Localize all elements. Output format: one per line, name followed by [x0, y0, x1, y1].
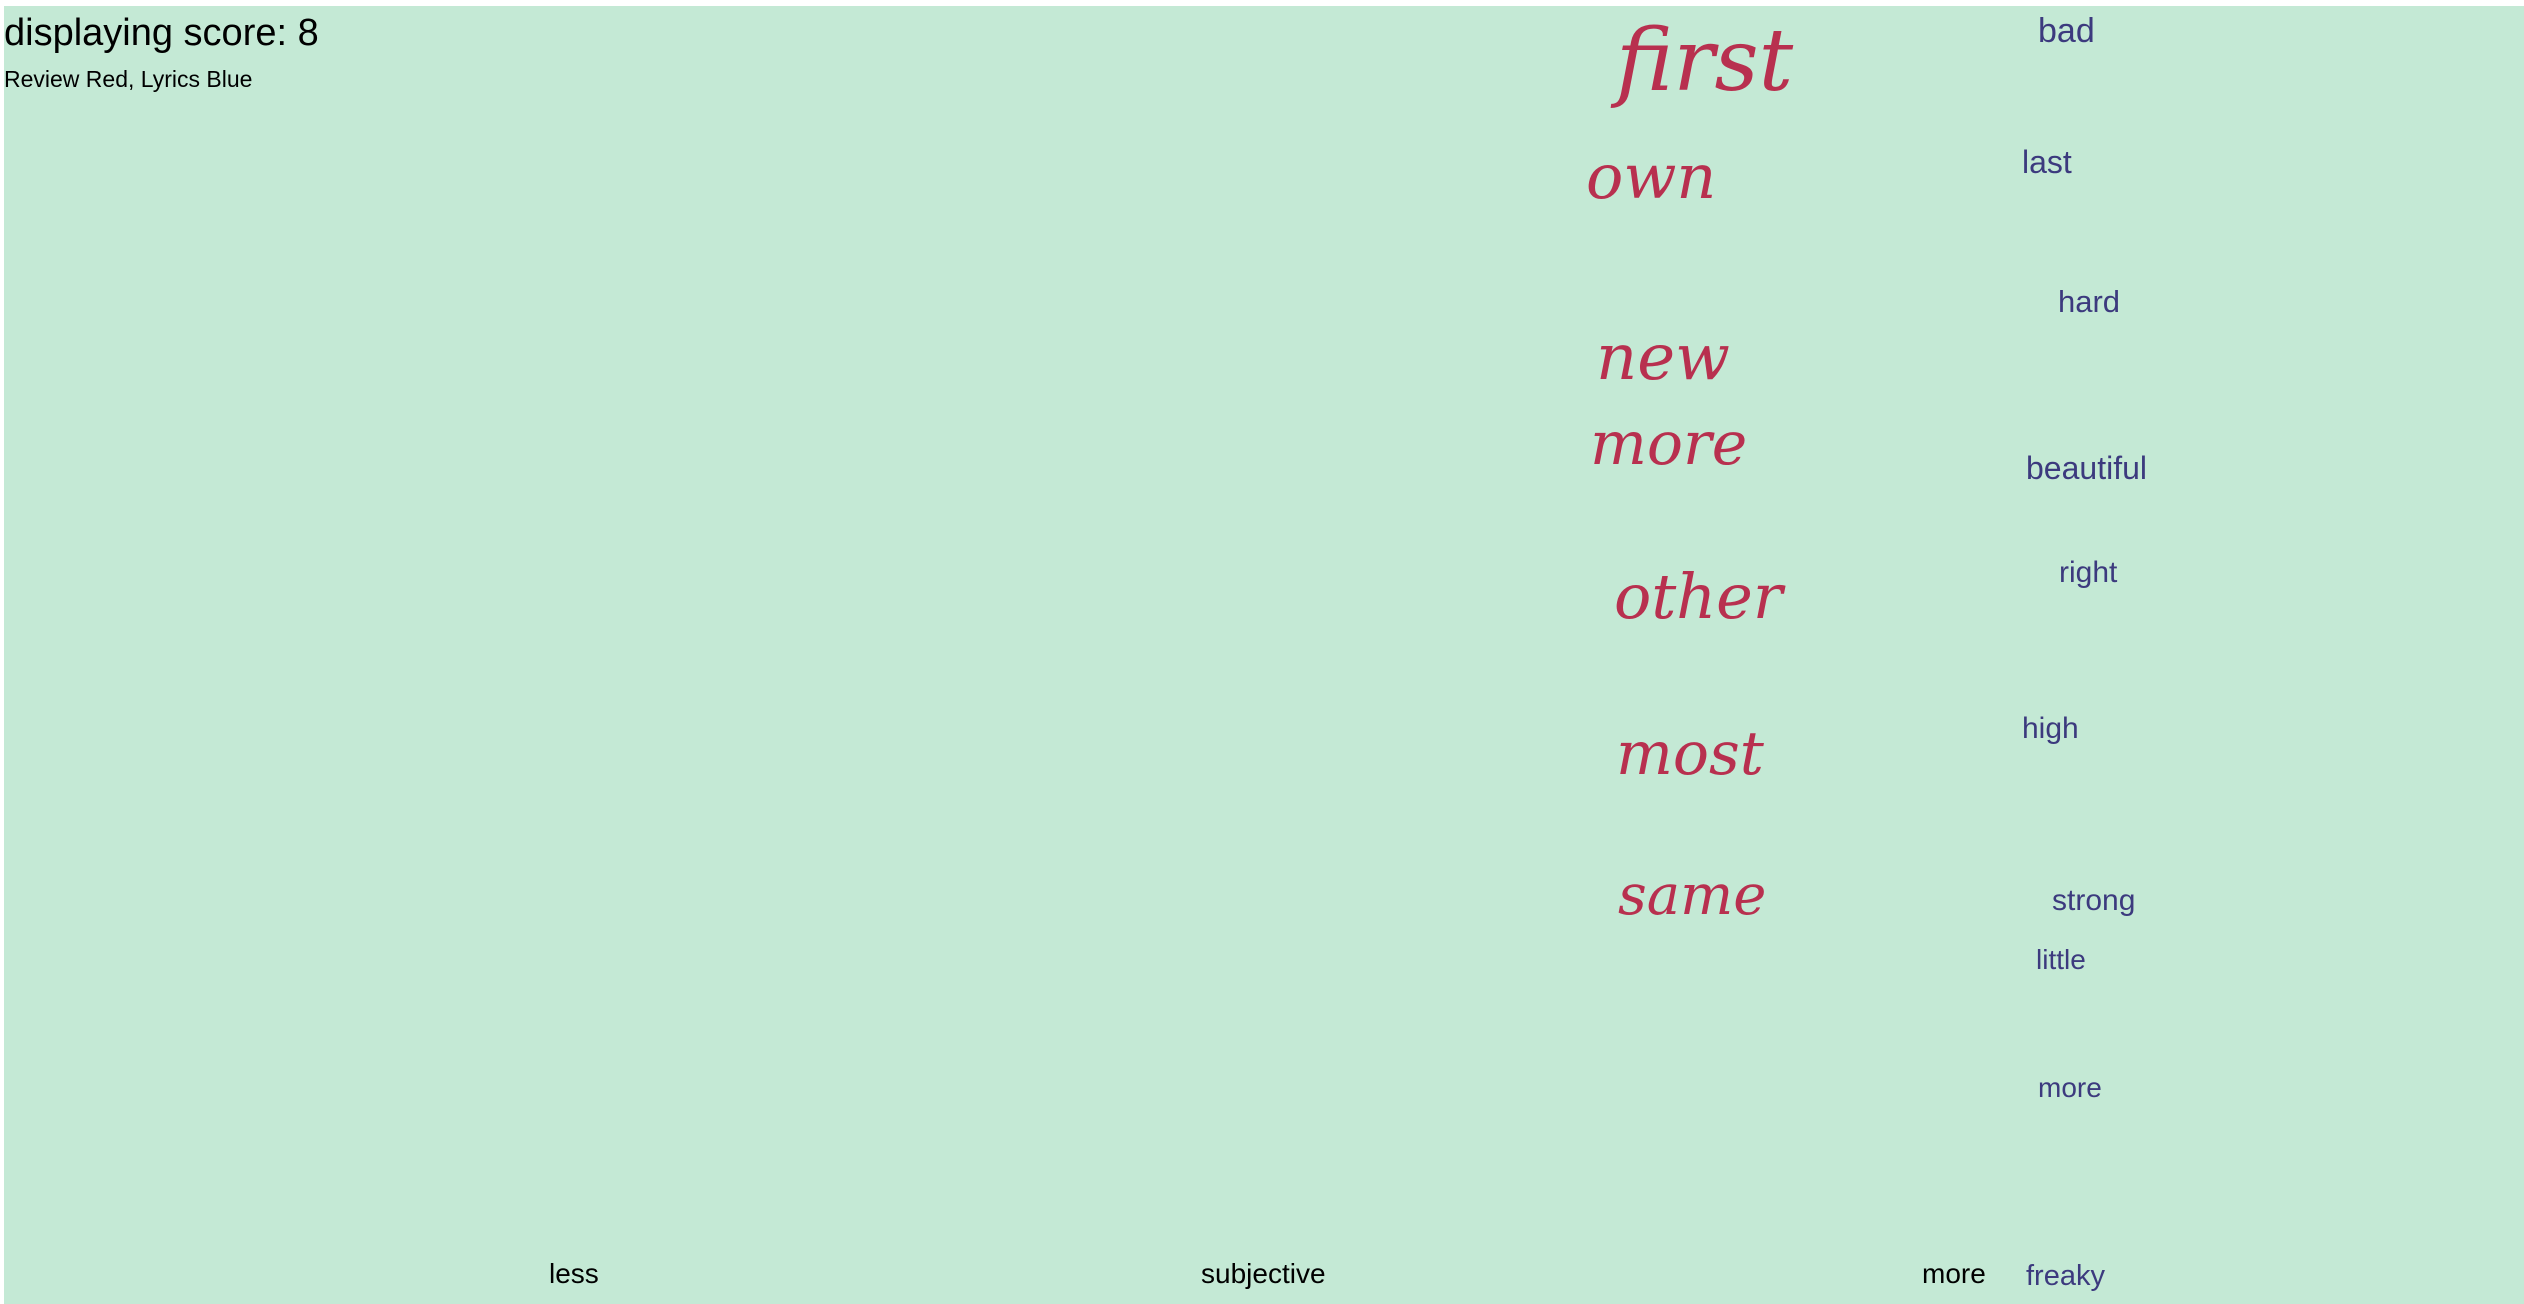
review-word: new — [1596, 321, 1730, 395]
lyrics-word: more — [2038, 1072, 2102, 1103]
lyrics-word: strong — [2052, 884, 2136, 917]
review-word: first — [1616, 11, 1794, 111]
lyrics-word: high — [2022, 712, 2079, 745]
visualization-canvas: displaying score: 8 Review Red, Lyrics B… — [4, 6, 2524, 1304]
color-legend: Review Red, Lyrics Blue — [4, 66, 253, 92]
lyrics-word: beautiful — [2026, 450, 2147, 486]
lyrics-word: bad — [2038, 12, 2095, 50]
lyrics-word: last — [2022, 144, 2072, 180]
review-word: most — [1616, 719, 1764, 789]
review-word: other — [1614, 560, 1783, 633]
axis-label-less: less — [549, 1258, 599, 1289]
axis-label-more: more — [1922, 1258, 1986, 1289]
lyrics-word: freaky — [2026, 1260, 2105, 1292]
lyrics-word: hard — [2058, 284, 2121, 319]
score-heading: displaying score: 8 — [4, 12, 319, 54]
review-word: more — [1590, 409, 1748, 479]
lyrics-word: little — [2036, 944, 2086, 975]
review-word: same — [1618, 863, 1767, 928]
review-word: own — [1586, 140, 1717, 213]
axis-label-subjective: subjective — [1201, 1258, 1326, 1289]
lyrics-word: right — [2059, 556, 2118, 589]
